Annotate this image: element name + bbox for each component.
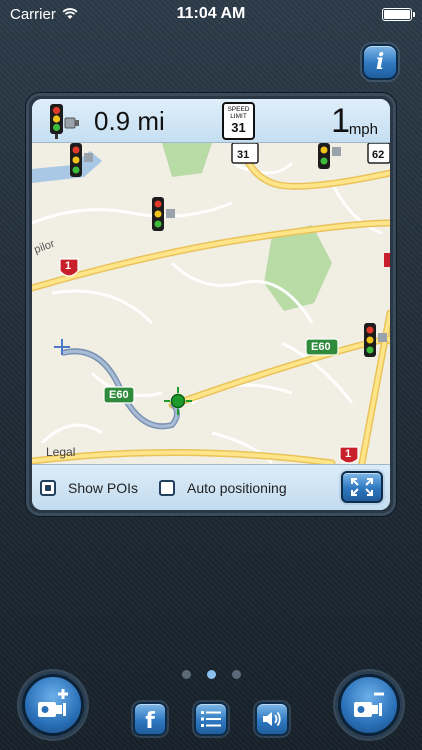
legal-link[interactable]: Legal [46,445,75,459]
route-shield-text: 1 [345,448,352,460]
traffic-light-camera-icon [50,104,79,139]
map-view[interactable]: E60 E60 1 1 31 62 pilor Legal [32,143,390,467]
map-options-bar: Show POIs Auto positioning [32,464,390,510]
show-pois-checkbox[interactable] [40,480,56,496]
info-button[interactable]: i [362,44,398,80]
status-bar: Carrier 11:04 AM [0,0,422,28]
auto-positioning-label[interactable]: Auto positioning [187,480,287,496]
map-canvas[interactable] [32,143,390,467]
facebook-button[interactable]: f [133,702,167,736]
show-pois-label[interactable]: Show POIs [68,480,138,496]
page-dot[interactable] [181,670,191,679]
alert-bar: 0.9 mi SPEED LIMIT 31 1 mph [32,99,390,143]
current-speed: 1 [331,102,350,140]
camera-list-icon [354,692,384,717]
battery-icon [382,7,415,21]
road-label-text: E60 [311,341,331,353]
list-button[interactable] [194,702,228,736]
distance-readout: 0.9 mi [94,106,165,136]
route-shield-text: 1 [65,260,72,272]
fullscreen-button[interactable] [341,471,383,503]
speed-sign-poi-value: 31 [237,149,250,161]
expand-icon [351,478,373,496]
add-camera-button[interactable] [22,674,84,736]
camera-list-button[interactable] [338,674,400,736]
page-dot-active[interactable] [206,670,216,679]
facebook-icon: f [145,708,155,734]
carrier-label: Carrier [10,5,56,23]
speaker-icon [263,711,281,727]
speed-unit: mph [348,121,378,138]
speed-sign-poi-value: 62 [372,149,385,161]
page-dot[interactable] [231,670,241,679]
auto-positioning-checkbox[interactable] [159,480,175,496]
road-label-text: E60 [109,389,129,401]
wifi-icon [62,8,78,19]
info-icon: i [375,49,385,75]
speed-limit-sign: SPEED LIMIT 31 [222,102,255,140]
map-panel: 0.9 mi SPEED LIMIT 31 1 mph E60 E60 1 1 … [26,93,396,516]
speed-limit-value: 31 [231,120,246,135]
sound-button[interactable] [255,702,289,736]
add-camera-icon [38,689,68,717]
list-icon [201,711,221,727]
